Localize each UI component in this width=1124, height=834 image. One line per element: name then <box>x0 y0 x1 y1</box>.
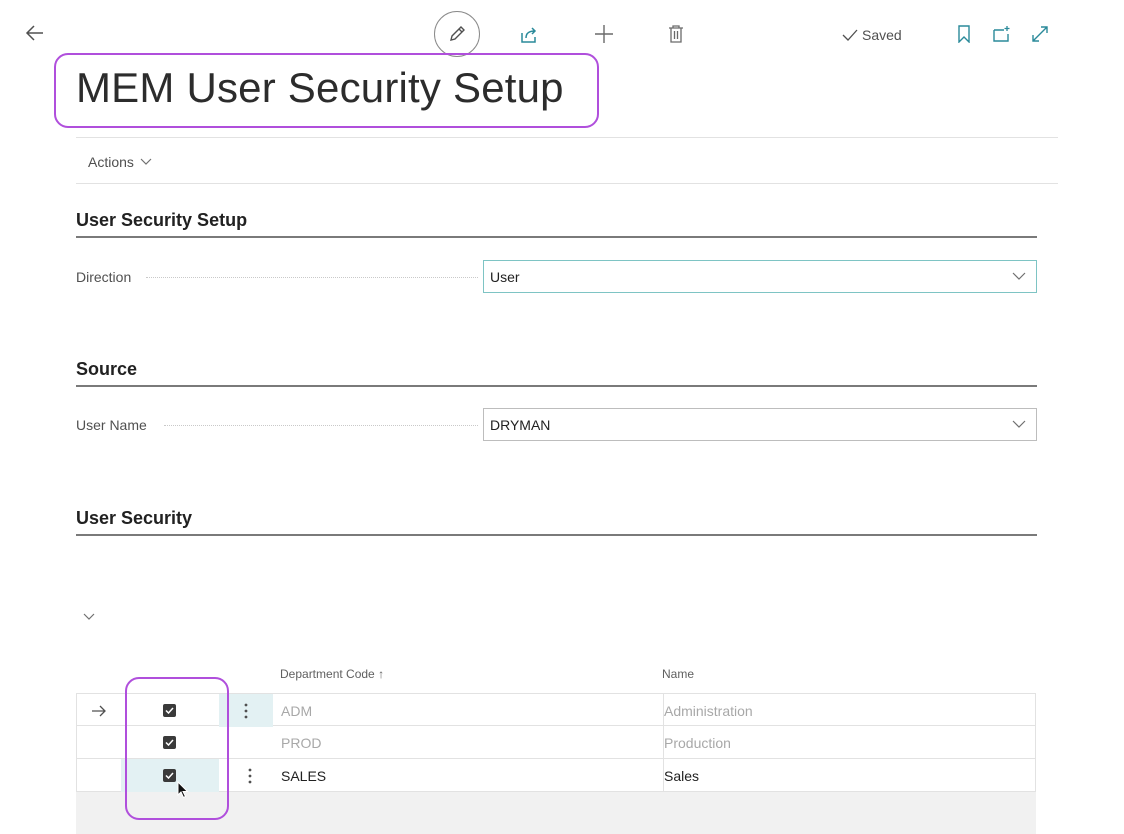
chevron-down-icon <box>83 613 95 620</box>
cell-name[interactable]: Sales <box>663 759 1035 792</box>
chevron-down-icon <box>1012 420 1026 428</box>
username-value: DRYMAN <box>490 416 551 433</box>
bookmark-icon <box>958 25 970 43</box>
column-header-department-code[interactable]: Department Code ↑ <box>280 667 384 681</box>
direction-select[interactable]: User <box>483 260 1037 293</box>
divider <box>76 137 1058 138</box>
expand-icon <box>1032 26 1048 42</box>
back-button[interactable] <box>22 20 48 46</box>
edit-button[interactable] <box>434 11 480 57</box>
title-highlight-annotation <box>54 53 599 128</box>
actions-menu[interactable]: Actions <box>88 150 152 174</box>
back-arrow-icon <box>25 25 43 41</box>
chevron-down-icon <box>1012 272 1026 280</box>
actions-label: Actions <box>88 154 134 170</box>
check-icon <box>842 29 858 41</box>
delete-button[interactable] <box>664 21 688 47</box>
more-options-button[interactable] <box>235 759 265 792</box>
column-header-name[interactable]: Name <box>662 667 694 681</box>
field-leader <box>146 277 478 278</box>
edit-icon <box>450 26 465 41</box>
collapse-toggle[interactable] <box>80 610 98 624</box>
share-button[interactable] <box>516 22 542 48</box>
divider <box>76 183 1058 184</box>
more-options-icon <box>248 768 252 783</box>
new-button[interactable] <box>590 20 618 48</box>
section-title-security: User Security <box>76 508 193 528</box>
checkbox-highlight-annotation <box>125 677 229 820</box>
section-divider <box>76 385 1037 387</box>
cell-name-text: Production <box>664 734 731 751</box>
saved-label: Saved <box>862 27 902 43</box>
username-select[interactable]: DRYMAN <box>483 408 1037 441</box>
cell-name-text: Sales <box>664 767 700 784</box>
expand-button[interactable] <box>1028 22 1052 46</box>
cell-department-code[interactable]: PROD <box>281 726 661 759</box>
cell-department-code[interactable]: SALES <box>281 759 661 792</box>
cell-department-code[interactable]: ADM <box>281 694 661 727</box>
open-new-window-button[interactable] <box>990 22 1014 46</box>
column-header-label: Name <box>662 667 695 681</box>
section-title-setup: User Security Setup <box>76 210 248 230</box>
direction-value: User <box>490 268 520 285</box>
cell-name[interactable]: Production <box>663 726 1035 759</box>
row-arrow-icon <box>91 694 111 727</box>
sort-ascending-indicator: ↑ <box>378 667 385 681</box>
field-leader <box>164 425 478 426</box>
column-header-label: Department Code <box>280 667 375 681</box>
more-options-icon <box>244 703 248 718</box>
delete-icon <box>669 25 683 43</box>
plus-icon <box>595 25 613 43</box>
open-new-window-icon <box>993 26 1010 42</box>
cell-name[interactable]: Administration <box>663 694 1035 727</box>
share-icon <box>521 27 537 43</box>
username-label: User Name <box>76 417 147 433</box>
saved-status: Saved <box>842 22 902 48</box>
direction-label: Direction <box>76 269 132 285</box>
section-divider <box>76 236 1037 238</box>
section-title-source: Source <box>76 359 138 379</box>
section-divider <box>76 534 1037 536</box>
cell-name-text: Administration <box>664 702 753 719</box>
chevron-down-icon <box>140 158 152 165</box>
bookmark-button[interactable] <box>954 22 974 46</box>
